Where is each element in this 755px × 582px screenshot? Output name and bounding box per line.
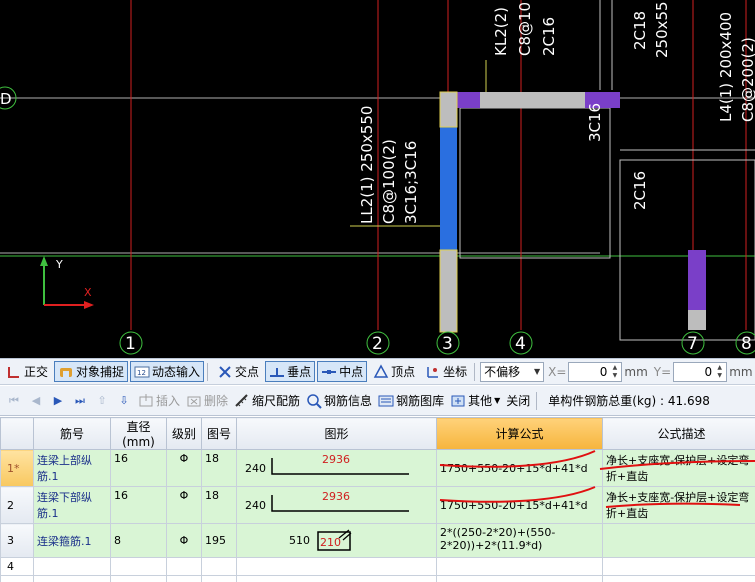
intersection-label: 交点 — [235, 365, 260, 379]
object-snap-label: 对象捕捉 — [76, 365, 125, 379]
beam-ll2-name: LL2(1) 250x550 — [358, 106, 376, 224]
y-coord-label: Y= — [653, 364, 672, 379]
delete-label: 删除 — [204, 394, 229, 408]
axis-label-2: 2 — [372, 334, 383, 354]
spin-arrows-icon[interactable]: ▲ ▼ — [714, 364, 725, 380]
cad-canvas[interactable]: 1 2 3 4 7 8 D Y X LL2(1) 250x550 C8@100(… — [0, 0, 755, 358]
x-coord-value: 0 — [599, 364, 608, 379]
beam-ll2-bars: 3C16;3C16 — [402, 141, 420, 224]
cad-drawing: 1 2 3 4 7 8 D Y X LL2(1) 250x550 C8@100(… — [0, 0, 755, 355]
snap-toolbar: 正交 对象捕捉 12 动态输入 交点 垂点 中点 顶点 坐标 不偏移 ▼ X= … — [0, 358, 755, 385]
y-coord-input[interactable]: 0 ▲ ▼ — [673, 361, 728, 382]
chevron-down-icon: ▼ — [494, 396, 501, 405]
axis-label-1: 1 — [125, 334, 136, 354]
offset-select[interactable]: 不偏移 ▼ — [480, 361, 545, 382]
first-record-icon[interactable]: ⏮ — [6, 393, 22, 409]
vertex-label: 顶点 — [391, 365, 416, 379]
intersection-button[interactable]: 交点 — [213, 361, 263, 382]
vertex-button[interactable]: 顶点 — [369, 361, 419, 382]
dynamic-input-icon: 12 — [134, 364, 150, 380]
red-annotation-marks — [439, 450, 755, 508]
scale-rebar-label: 缩尺配筋 — [252, 394, 301, 408]
next-record-icon[interactable]: ▶ — [50, 393, 66, 409]
move-down-icon[interactable]: ⇩ — [116, 393, 132, 409]
beam-ll2-stirrup: C8@100(2) — [380, 139, 398, 224]
last-record-icon[interactable]: ⏭ — [72, 393, 88, 409]
chevron-down-icon: ▼ — [534, 367, 541, 376]
object-snap-button[interactable]: 对象捕捉 — [54, 361, 129, 382]
prev-record-icon[interactable]: ◀ — [28, 393, 44, 409]
total-weight: 单构件钢筋总重(kg) : 41.698 — [548, 394, 710, 408]
ortho-button[interactable]: 正交 — [2, 361, 52, 382]
delete-icon — [186, 393, 202, 409]
beam-kl2-stirrup: C8@10 — [516, 2, 534, 56]
ortho-label: 正交 — [24, 365, 49, 379]
midpoint-label: 中点 — [339, 365, 364, 379]
beam-kl2-bars: 2C16 — [540, 17, 558, 56]
x-coord-label: X= — [548, 364, 567, 379]
perpendicular-icon — [269, 364, 285, 380]
dynamic-input-button[interactable]: 12 动态输入 — [130, 361, 205, 382]
rebar-info-button[interactable]: 钢筋信息 — [306, 392, 372, 409]
insert-icon — [138, 393, 154, 409]
intersection-icon — [217, 364, 233, 380]
beam-l4-name: L4(1) 200x400 — [717, 12, 735, 122]
midpoint-icon — [321, 364, 337, 380]
axis-label-8: 8 — [741, 334, 752, 354]
perpendicular-button[interactable]: 垂点 — [265, 361, 316, 382]
ruler-icon — [234, 393, 250, 409]
separator — [207, 362, 209, 381]
scale-rebar-button[interactable]: 缩尺配筋 — [234, 392, 300, 409]
other-menu-label: 其他 — [468, 394, 493, 408]
other-menu-button[interactable]: 其他 ▼ — [450, 392, 500, 409]
x-coord-input[interactable]: 0 ▲ ▼ — [568, 361, 623, 382]
offset-value: 不偏移 — [484, 365, 521, 379]
delete-button[interactable]: 删除 — [186, 392, 228, 409]
rebar-table: 筋号 直径(mm) 级别 图号 图形 计算公式 公式描述 1* 连梁上部纵筋.1… — [0, 417, 755, 582]
beam-l4-stirrup: C8@200(2) — [739, 37, 755, 122]
other-icon — [450, 393, 466, 409]
axis-label-7: 7 — [687, 334, 698, 354]
y-coord-value: 0 — [704, 364, 713, 379]
ucs-x-label: X — [84, 286, 92, 299]
magnet-icon — [58, 364, 74, 380]
move-up-icon[interactable]: ⇧ — [94, 393, 110, 409]
rebar-library-button[interactable]: 钢筋图库 — [378, 392, 444, 409]
insert-button[interactable]: 插入 — [138, 392, 180, 409]
vertex-icon — [373, 363, 389, 380]
coordinate-icon — [425, 364, 441, 380]
info-icon — [306, 393, 322, 409]
separator — [536, 391, 538, 410]
separator — [474, 362, 476, 381]
beam-2c16-label: 2C16 — [631, 171, 649, 210]
axis-label-3: 3 — [442, 334, 453, 354]
library-icon — [378, 393, 394, 409]
rebar-library-label: 钢筋图库 — [396, 394, 445, 408]
dynamic-input-label: 动态输入 — [152, 365, 201, 379]
beam-2c18-label: 2C18 — [631, 11, 649, 50]
rebar-toolbar: ⏮ ◀ ▶ ⏭ ⇧ ⇩ 插入 删除 缩尺配筋 钢筋信息 钢筋图库 其他 ▼ 关闭… — [0, 386, 755, 416]
beam-2c18-size: 250x55 — [653, 1, 671, 58]
perpendicular-label: 垂点 — [287, 365, 312, 379]
close-button[interactable]: 关闭 — [506, 392, 530, 409]
insert-label: 插入 — [156, 394, 181, 408]
coordinate-button[interactable]: 坐标 — [421, 361, 471, 382]
y-unit: mm — [729, 364, 753, 379]
ucs-y-label: Y — [55, 258, 63, 271]
spin-arrows-icon[interactable]: ▲ ▼ — [609, 364, 620, 380]
close-label: 关闭 — [506, 394, 531, 408]
ortho-icon — [6, 364, 22, 380]
midpoint-button[interactable]: 中点 — [317, 361, 368, 382]
coordinate-label: 坐标 — [443, 365, 468, 379]
axis-label-4: 4 — [515, 334, 526, 354]
x-unit: mm — [624, 364, 648, 379]
svg-text:12: 12 — [137, 369, 146, 377]
beam-3c16-label: 3C16 — [586, 103, 604, 142]
axis-label-d: D — [0, 90, 12, 108]
rebar-info-label: 钢筋信息 — [324, 394, 373, 408]
beam-kl2-name: KL2(2) — [492, 7, 510, 56]
